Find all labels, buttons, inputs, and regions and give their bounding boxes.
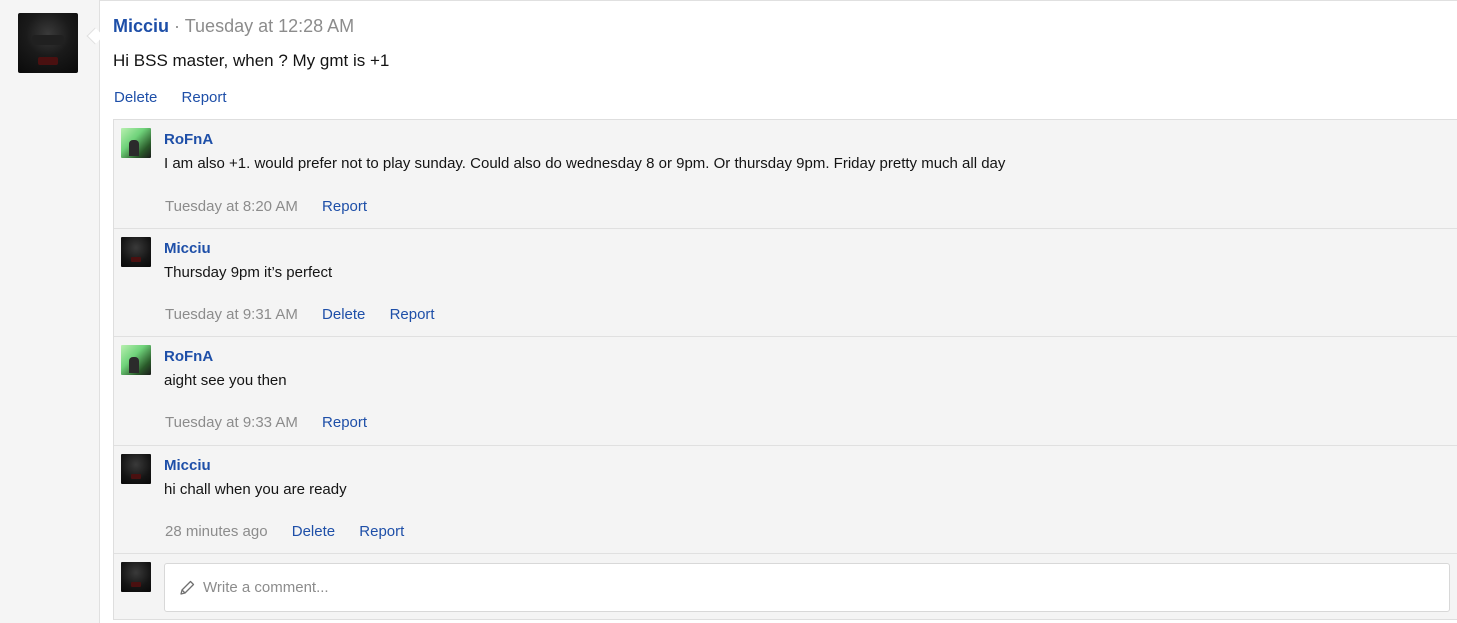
- comment-item: RoFnA I am also +1. would prefer not to …: [114, 120, 1457, 229]
- comment-actions: Tuesday at 9:31 AM Delete Report: [165, 306, 455, 323]
- avatar[interactable]: [121, 562, 151, 592]
- post-body: Hi BSS master, when ? My gmt is +1: [113, 51, 390, 70]
- delete-comment-button[interactable]: Delete: [322, 306, 365, 323]
- report-comment-button[interactable]: Report: [322, 198, 367, 215]
- left-rail: [0, 0, 100, 623]
- comment-text: aight see you then: [164, 372, 287, 389]
- comment-box-row: [114, 554, 1457, 620]
- comment-item: Micciu Thursday 9pm it’s perfect Tuesday…: [114, 229, 1457, 337]
- avatar[interactable]: [18, 13, 78, 73]
- comment-author-link[interactable]: RoFnA: [164, 131, 213, 148]
- avatar[interactable]: [121, 128, 151, 158]
- comment-author-link[interactable]: RoFnA: [164, 348, 213, 365]
- comment-timestamp[interactable]: Tuesday at 9:31 AM: [165, 306, 298, 323]
- delete-post-button[interactable]: Delete: [114, 89, 157, 106]
- comment-text: I am also +1. would prefer not to play s…: [164, 155, 1006, 172]
- comment-text: hi chall when you are ready: [164, 481, 347, 498]
- comment-actions: Tuesday at 8:20 AM Report: [165, 198, 387, 215]
- report-post-button[interactable]: Report: [182, 89, 227, 106]
- comment-item: Micciu hi chall when you are ready 28 mi…: [114, 446, 1457, 554]
- comment-author-link[interactable]: Micciu: [164, 240, 211, 257]
- report-comment-button[interactable]: Report: [359, 523, 404, 540]
- comment-timestamp[interactable]: Tuesday at 9:33 AM: [165, 414, 298, 431]
- report-comment-button[interactable]: Report: [390, 306, 435, 323]
- comment-actions: Tuesday at 9:33 AM Report: [165, 414, 387, 431]
- comment-text: Thursday 9pm it’s perfect: [164, 264, 333, 281]
- post-separator: ·: [174, 16, 181, 36]
- report-comment-button[interactable]: Report: [322, 414, 367, 431]
- comment-actions: 28 minutes ago Delete Report: [165, 523, 424, 540]
- avatar[interactable]: [121, 454, 151, 484]
- delete-comment-button[interactable]: Delete: [292, 523, 335, 540]
- post-author-link[interactable]: Micciu: [113, 16, 169, 36]
- comment-author-link[interactable]: Micciu: [164, 457, 211, 474]
- comments-panel: RoFnA I am also +1. would prefer not to …: [113, 119, 1457, 620]
- comment-timestamp[interactable]: Tuesday at 8:20 AM: [165, 198, 298, 215]
- avatar[interactable]: [121, 345, 151, 375]
- post-header: Micciu · Tuesday at 12:28 AM: [113, 16, 354, 37]
- comment-item: RoFnA aight see you then Tuesday at 9:33…: [114, 337, 1457, 446]
- top-divider: [100, 0, 1457, 1]
- pencil-icon: [180, 580, 195, 595]
- post-timestamp[interactable]: Tuesday at 12:28 AM: [185, 16, 354, 36]
- comment-input[interactable]: [164, 563, 1450, 612]
- post-actions: Delete Report: [114, 89, 247, 106]
- avatar[interactable]: [121, 237, 151, 267]
- comment-timestamp[interactable]: 28 minutes ago: [165, 523, 268, 540]
